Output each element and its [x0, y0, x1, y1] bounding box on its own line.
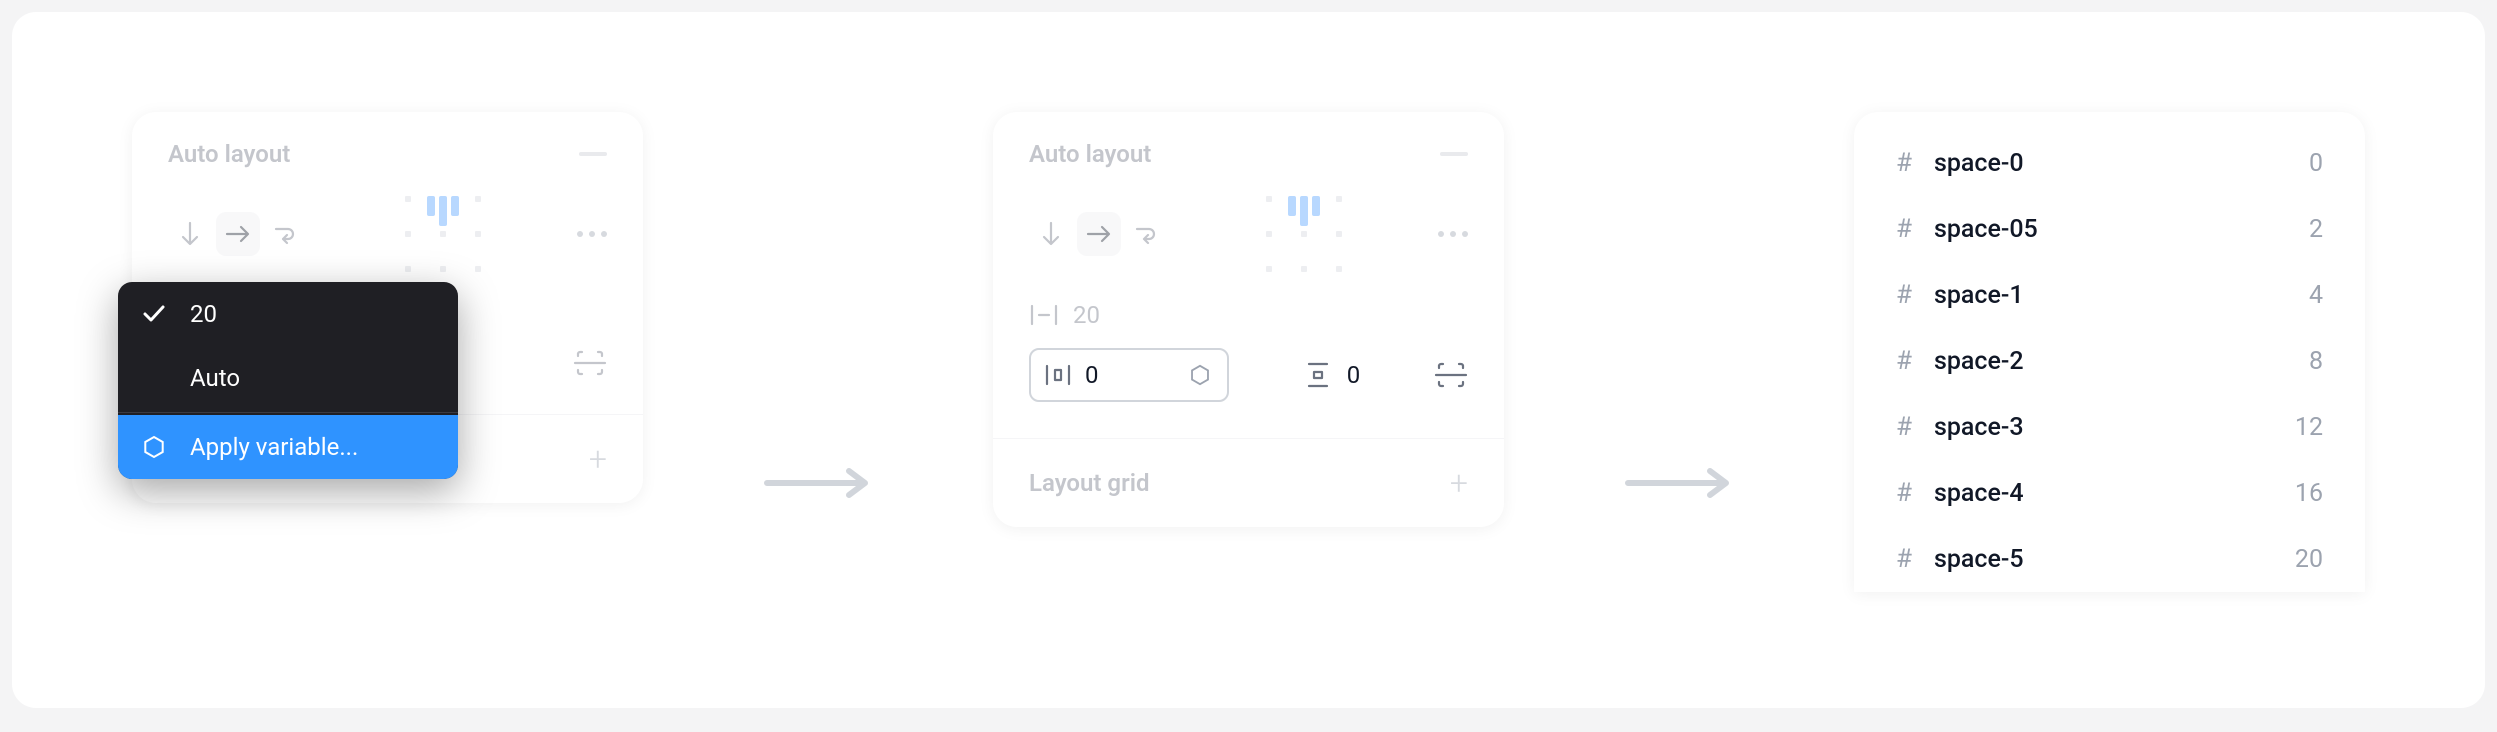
- variable-name: space-0: [1934, 149, 2024, 178]
- flow-arrow-icon: [1624, 465, 1734, 505]
- direction-down-icon[interactable]: [1029, 212, 1073, 256]
- collapse-icon[interactable]: [579, 152, 607, 156]
- auto-layout-panel-2: Auto layout: [993, 112, 1504, 527]
- hash-icon: #: [1896, 280, 1912, 310]
- horizontal-padding-input[interactable]: 0: [1029, 348, 1229, 402]
- more-options-icon[interactable]: [1438, 231, 1468, 237]
- variable-row[interactable]: # space-05 2: [1854, 196, 2365, 262]
- hash-icon: #: [1896, 148, 1912, 178]
- variable-value: 20: [2295, 545, 2323, 574]
- add-icon[interactable]: +: [1450, 467, 1468, 499]
- layout-grid-label: Layout grid: [1029, 469, 1149, 497]
- dropdown-separator: [118, 412, 458, 413]
- horizontal-padding-value: 0: [1085, 361, 1099, 389]
- spacing-dropdown: 20 Auto Apply variable...: [118, 282, 458, 479]
- variable-row[interactable]: # space-1 4: [1854, 262, 2365, 328]
- gap-value: 20: [1073, 301, 1100, 329]
- variable-row[interactable]: # space-4 16: [1854, 460, 2365, 526]
- wrap-icon[interactable]: [264, 212, 308, 256]
- alignment-grid[interactable]: [1256, 186, 1352, 282]
- more-options-icon[interactable]: [577, 231, 607, 237]
- variable-row[interactable]: # space-2 8: [1854, 328, 2365, 394]
- variable-icon[interactable]: [1185, 360, 1215, 390]
- variable-value: 16: [2295, 479, 2323, 508]
- variable-value: 0: [2309, 149, 2323, 178]
- flow-arrow-icon: [763, 465, 873, 505]
- variable-name: space-3: [1934, 413, 2024, 442]
- direction-down-icon[interactable]: [168, 212, 212, 256]
- direction-right-icon[interactable]: [1077, 212, 1121, 256]
- direction-right-icon[interactable]: [216, 212, 260, 256]
- gap-icon: [1029, 300, 1059, 330]
- hash-icon: #: [1896, 412, 1912, 442]
- collapse-icon[interactable]: [1440, 152, 1468, 156]
- dropdown-option-label: Auto: [190, 364, 240, 392]
- vertical-padding-input[interactable]: 0: [1303, 348, 1361, 402]
- section-title: Auto layout: [1029, 140, 1151, 168]
- check-icon: [142, 305, 166, 323]
- add-icon[interactable]: +: [589, 443, 607, 475]
- hash-icon: #: [1896, 346, 1912, 376]
- auto-layout-panel-1: Auto layout: [132, 112, 643, 503]
- variable-value: 8: [2309, 347, 2323, 376]
- gap-field[interactable]: 20: [1029, 300, 1100, 330]
- hash-icon: #: [1896, 214, 1912, 244]
- clip-content-icon[interactable]: [1434, 360, 1468, 390]
- alignment-grid[interactable]: [395, 186, 491, 282]
- variable-name: space-4: [1934, 479, 2024, 508]
- direction-controls: [1029, 212, 1169, 256]
- variable-name: space-1: [1934, 281, 2024, 310]
- vertical-padding-icon: [1303, 360, 1333, 390]
- variable-row[interactable]: # space-5 20: [1854, 526, 2365, 592]
- dropdown-apply-variable[interactable]: Apply variable...: [118, 415, 458, 479]
- canvas: Auto layout: [12, 12, 2485, 708]
- dropdown-option-auto[interactable]: Auto: [118, 346, 458, 410]
- variable-icon: [142, 435, 166, 459]
- hash-icon: #: [1896, 478, 1912, 508]
- variable-name: space-5: [1934, 545, 2024, 574]
- variables-list-panel: # space-0 0 # space-05 2 # space-1 4 # space-2 8 # sp…: [1854, 112, 2365, 592]
- clip-content-icon[interactable]: [573, 348, 607, 378]
- variable-name: space-05: [1934, 215, 2038, 244]
- wrap-icon[interactable]: [1125, 212, 1169, 256]
- section-title: Auto layout: [168, 140, 290, 168]
- dropdown-option-label: Apply variable...: [190, 433, 358, 461]
- variable-row[interactable]: # space-3 12: [1854, 394, 2365, 460]
- variable-value: 2: [2309, 215, 2323, 244]
- hash-icon: #: [1896, 544, 1912, 574]
- dropdown-option-20[interactable]: 20: [118, 282, 458, 346]
- dropdown-option-label: 20: [190, 300, 217, 328]
- direction-controls: [168, 212, 308, 256]
- vertical-padding-value: 0: [1347, 361, 1361, 389]
- variable-row[interactable]: # space-0 0: [1854, 130, 2365, 196]
- variable-value: 4: [2309, 281, 2323, 310]
- variable-name: space-2: [1934, 347, 2024, 376]
- horizontal-padding-icon: [1043, 360, 1073, 390]
- variable-value: 12: [2295, 413, 2323, 442]
- divider: [993, 438, 1504, 439]
